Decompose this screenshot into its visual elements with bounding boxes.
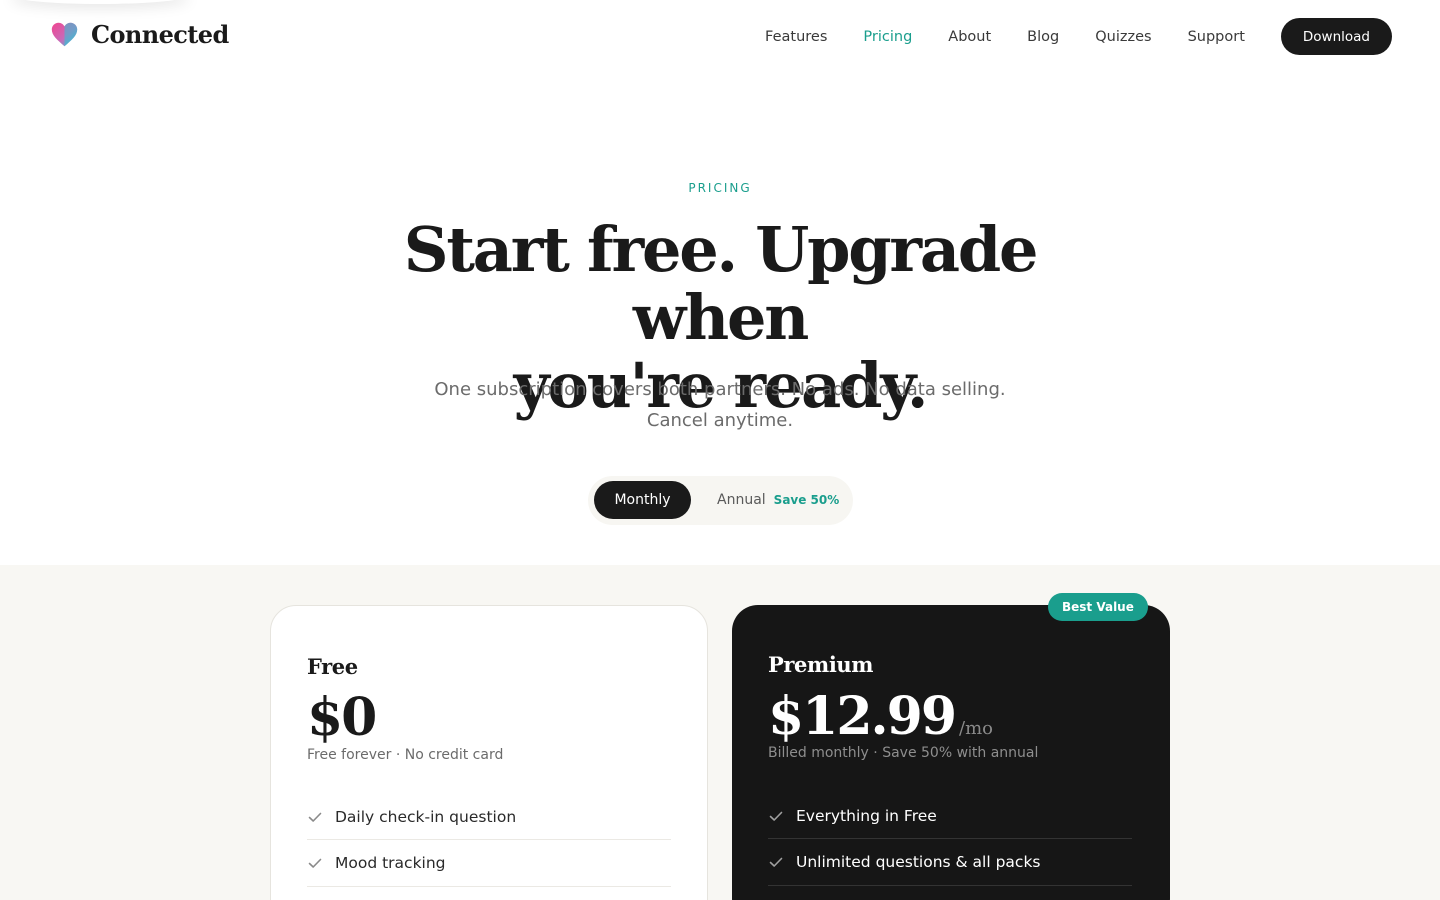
page-title-line-1: Start free. Upgrade when bbox=[403, 213, 1039, 354]
plan-feature-label: Mood tracking bbox=[335, 854, 446, 872]
plan-price-row: $12.99 /mo bbox=[768, 687, 993, 747]
plan-card-free: Free $0 Free forever · No credit card Da… bbox=[270, 605, 708, 900]
plan-name: Free bbox=[307, 654, 358, 679]
billing-option-annual[interactable]: Annual Save 50% bbox=[717, 481, 839, 519]
plan-price-note: Billed monthly · Save 50% with annual bbox=[768, 745, 1039, 761]
plan-feature-label: Unlimited questions & all packs bbox=[796, 853, 1041, 871]
plan-price-unit: /mo bbox=[959, 718, 993, 739]
header-shadow-decoration bbox=[10, 0, 190, 4]
main-nav: Features Pricing About Blog Quizzes Supp… bbox=[765, 18, 1392, 55]
check-icon bbox=[769, 811, 783, 821]
check-icon bbox=[308, 858, 322, 868]
plan-price: $0 bbox=[307, 687, 377, 748]
plan-feature-list: Daily check-in question Mood tracking bbox=[307, 794, 671, 887]
page-subtitle: One subscription covers both partners. N… bbox=[434, 379, 1006, 431]
billing-option-monthly[interactable]: Monthly bbox=[594, 481, 691, 519]
plan-price-row: $0 bbox=[307, 687, 377, 748]
plan-feature-label: Everything in Free bbox=[796, 806, 937, 825]
plan-feature-item: Everything in Free bbox=[768, 793, 1132, 839]
billing-toggle: Monthly Annual Save 50% bbox=[588, 476, 853, 525]
nav-link-features[interactable]: Features bbox=[765, 29, 827, 45]
nav-link-about[interactable]: About bbox=[948, 29, 991, 45]
section-eyebrow: PRICING bbox=[688, 181, 752, 195]
plan-feature-list: Everything in Free Unlimited questions &… bbox=[768, 793, 1132, 886]
annual-savings-badge: Save 50% bbox=[773, 493, 840, 507]
plan-card-premium: Premium $12.99 /mo Billed monthly · Save… bbox=[732, 605, 1170, 900]
plan-feature-item: Unlimited questions & all packs bbox=[768, 839, 1132, 886]
plan-price-note: Free forever · No credit card bbox=[307, 747, 504, 763]
site-header: Connected Features Pricing About Blog Qu… bbox=[0, 0, 1440, 72]
brand-logo-link[interactable]: Connected bbox=[50, 20, 229, 49]
download-button[interactable]: Download bbox=[1280, 18, 1392, 55]
plan-name: Premium bbox=[768, 652, 874, 677]
nav-link-quizzes[interactable]: Quizzes bbox=[1095, 29, 1151, 45]
heart-gradient-icon bbox=[51, 22, 78, 47]
plan-feature-item: Daily check-in question bbox=[307, 794, 671, 840]
nav-link-support[interactable]: Support bbox=[1188, 29, 1245, 45]
plan-feature-item: Mood tracking bbox=[307, 840, 671, 887]
plan-feature-label: Daily check-in question bbox=[335, 807, 517, 826]
best-value-badge: Best Value bbox=[1048, 593, 1148, 621]
pricing-section bbox=[0, 565, 1440, 900]
brand-name: Connected bbox=[91, 20, 229, 49]
check-icon bbox=[308, 812, 322, 822]
nav-link-pricing[interactable]: Pricing bbox=[863, 29, 912, 45]
plan-price: $12.99 bbox=[768, 686, 957, 747]
check-icon bbox=[769, 857, 783, 867]
nav-link-blog[interactable]: Blog bbox=[1027, 29, 1059, 45]
billing-option-annual-label: Annual bbox=[717, 492, 766, 508]
